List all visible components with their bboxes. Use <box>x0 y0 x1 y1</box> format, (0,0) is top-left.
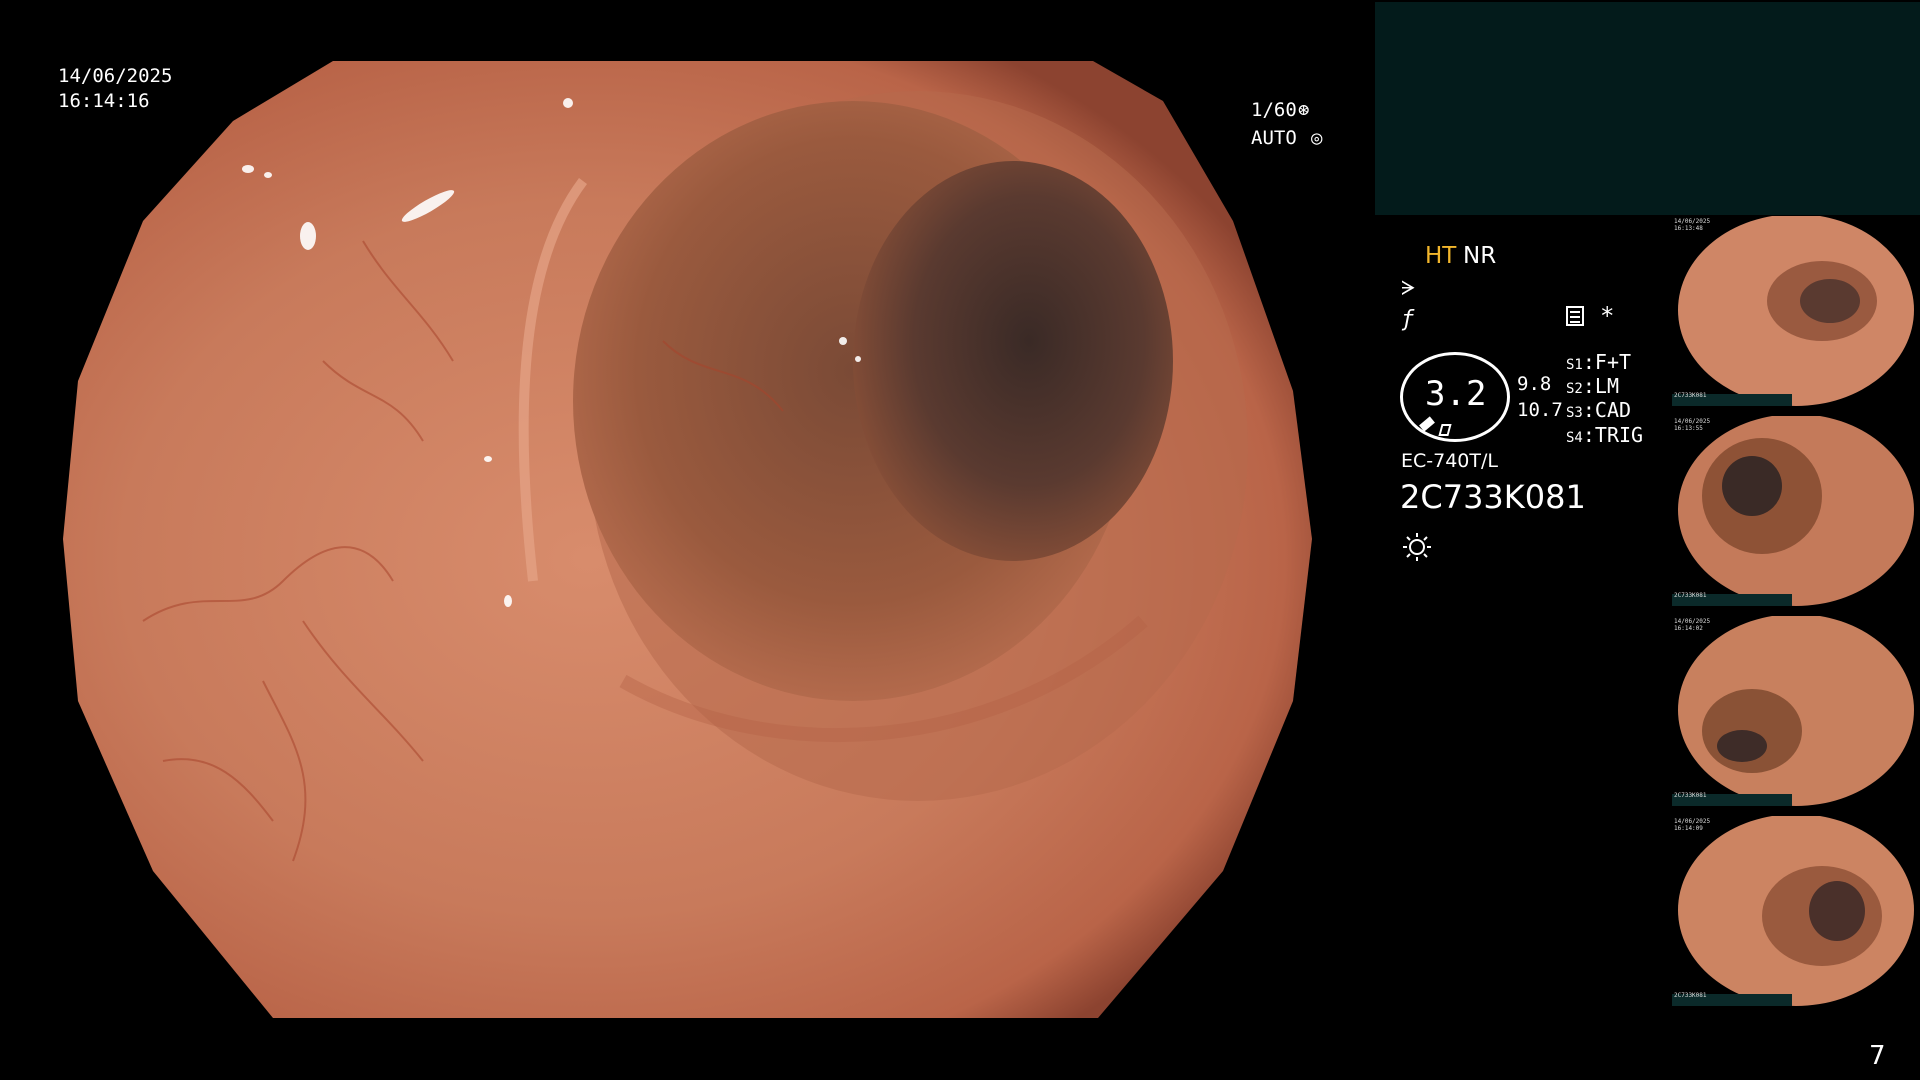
slot-key: S2 <box>1566 381 1583 397</box>
slot-value: TRIG <box>1594 423 1644 447</box>
f-symbol-icon: ƒ <box>1401 307 1415 332</box>
scope-serial: 2C733K081 <box>1400 478 1586 516</box>
slot-key: S3 <box>1566 405 1583 421</box>
endoscopic-image <box>63 61 1312 1018</box>
iris-icon: ◎ <box>1311 127 1323 149</box>
thumbnail-date: 14/06/2025 <box>1674 418 1711 425</box>
scope-model: EC-740T/L <box>1401 450 1498 472</box>
capture-time: 16:14:16 <box>58 90 150 112</box>
thumbnail-image <box>1678 416 1914 606</box>
captured-image-thumbnail[interactable]: 14/06/2025 16:14:02 2C733K081 <box>1672 616 1920 808</box>
page-number: 7 <box>1869 1041 1886 1071</box>
aperture-icon: ⊛ <box>1298 99 1310 121</box>
thumbnail-image <box>1678 216 1914 406</box>
thumbnail-date: 14/06/2025 <box>1674 818 1711 825</box>
thumbnail-time: 16:13:55 <box>1674 425 1703 432</box>
captured-image-thumbnail[interactable]: 14/06/2025 16:13:55 2C733K081 <box>1672 416 1920 608</box>
exposure-mode: AUTO <box>1251 127 1297 149</box>
asterisk-icon: * <box>1600 302 1615 330</box>
thumbnail-date: 14/06/2025 <box>1674 218 1711 225</box>
blank-info-panel <box>1375 2 1920 215</box>
readout-value-b: 10.7 <box>1517 399 1563 421</box>
zoom-value: 3.2 <box>1425 374 1487 414</box>
thumbnail-time: 16:14:09 <box>1674 825 1703 832</box>
switch-slot-3: S3:CAD <box>1566 398 1632 422</box>
thumbnail-time: 16:14:02 <box>1674 625 1703 632</box>
thumbnail-serial: 2C733K081 <box>1674 992 1707 999</box>
ht-indicator: HT <box>1425 243 1457 269</box>
readout-value-a: 9.8 <box>1517 373 1552 395</box>
thumbnail-date: 14/06/2025 <box>1674 618 1711 625</box>
slot-value: LM <box>1594 374 1619 398</box>
thumbnail-time: 16:13:48 <box>1674 225 1703 232</box>
slot-key: S1 <box>1566 357 1583 373</box>
thumbnail-image <box>1678 816 1914 1006</box>
light-source-icon <box>1403 533 1431 561</box>
captured-image-thumbnail[interactable]: 14/06/2025 16:14:09 2C733K081 <box>1672 816 1920 1008</box>
captured-image-thumbnail[interactable]: 14/06/2025 16:13:48 2C733K081 <box>1672 216 1920 408</box>
switch-slot-4: S4:TRIG <box>1566 423 1644 447</box>
slot-key: S4 <box>1566 430 1583 446</box>
shutter-speed: 1/60 <box>1251 99 1297 121</box>
capture-date: 14/06/2025 <box>58 65 173 87</box>
slot-value: CAD <box>1594 398 1632 422</box>
thumbnail-image <box>1678 616 1914 806</box>
colon-lumen-graphic <box>63 61 1312 1018</box>
thumbnail-serial: 2C733K081 <box>1674 792 1707 799</box>
thumbnail-serial: 2C733K081 <box>1674 392 1707 399</box>
enhancement-icon: ᗒ <box>1401 276 1416 300</box>
document-icon <box>1566 306 1584 326</box>
thumbnail-serial: 2C733K081 <box>1674 592 1707 599</box>
nr-indicator: NR <box>1463 243 1497 269</box>
slot-value: F+T <box>1594 350 1632 374</box>
